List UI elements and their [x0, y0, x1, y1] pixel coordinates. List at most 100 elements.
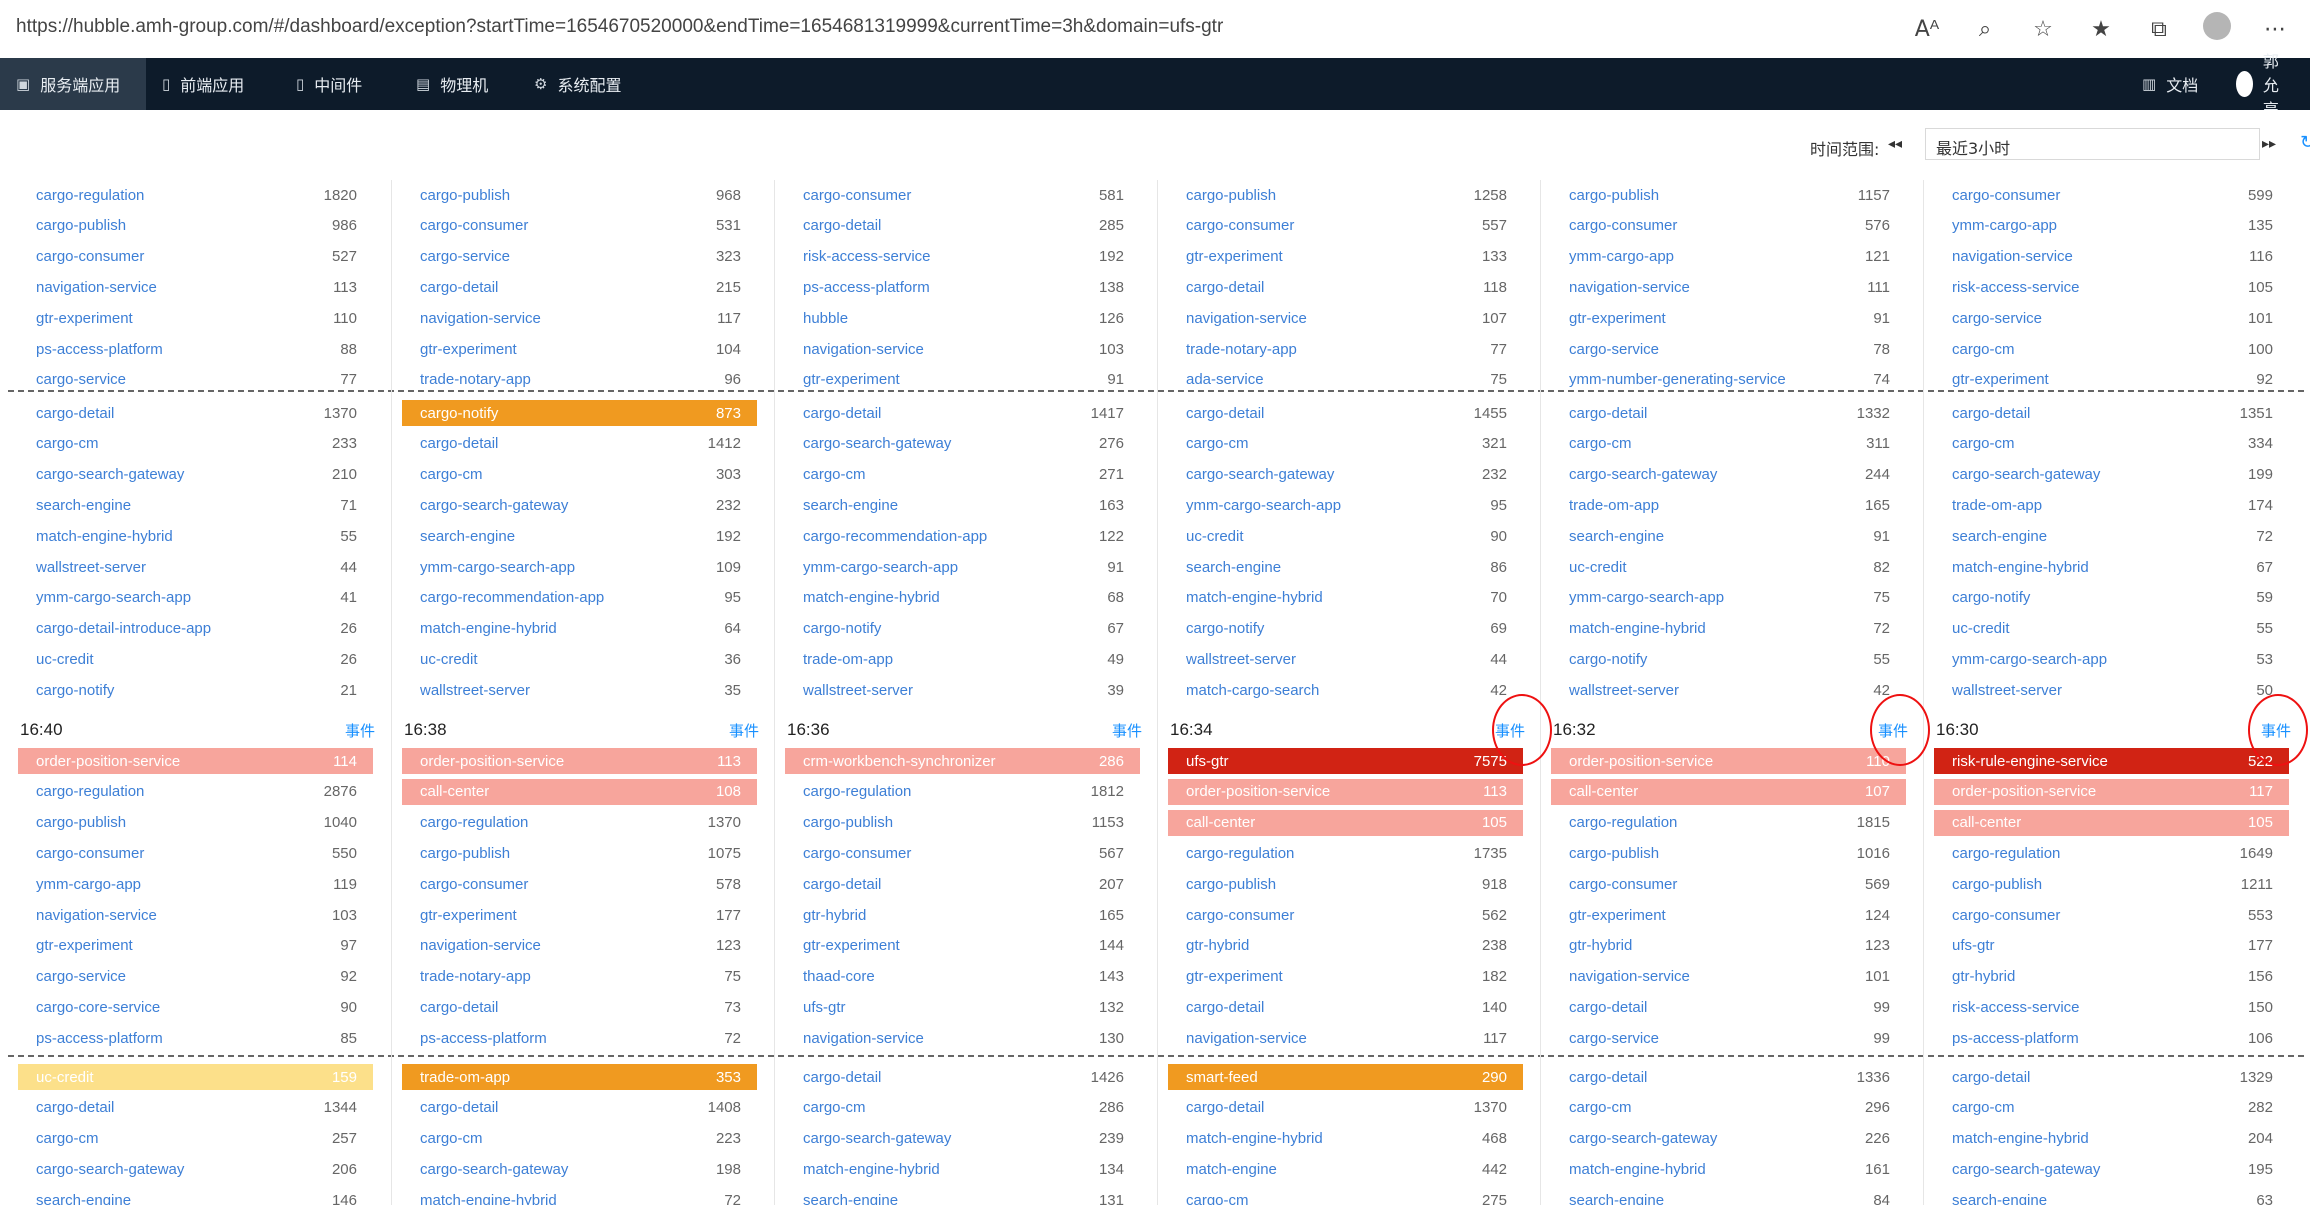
service-row[interactable]: gtr-experiment 110: [18, 305, 373, 331]
service-row[interactable]: cargo-detail 285: [785, 213, 1140, 239]
service-row[interactable]: cargo-cm 271: [785, 462, 1140, 488]
service-row[interactable]: cargo-notify 69: [1168, 616, 1523, 642]
service-row[interactable]: gtr-experiment 91: [785, 367, 1140, 393]
service-row[interactable]: cargo-detail 73: [402, 994, 757, 1020]
service-row[interactable]: cargo-detail 207: [785, 871, 1140, 897]
service-row[interactable]: wallstreet-server 39: [785, 677, 1140, 703]
service-row[interactable]: order-position-service 113: [1168, 778, 1523, 805]
service-row[interactable]: cargo-detail 99: [1551, 994, 1906, 1020]
service-row[interactable]: cargo-notify 55: [1551, 646, 1906, 672]
service-row[interactable]: ufs-gtr 7575: [1168, 748, 1523, 774]
service-row[interactable]: ufs-gtr 132: [785, 994, 1140, 1020]
service-row[interactable]: match-engine-hybrid 67: [1934, 554, 2289, 580]
service-row[interactable]: navigation-service 117: [402, 305, 757, 331]
service-row[interactable]: cargo-consumer 576: [1551, 213, 1906, 239]
service-row[interactable]: uc-credit 36: [402, 646, 757, 672]
service-row[interactable]: ymm-cargo-search-app 109: [402, 554, 757, 580]
service-row[interactable]: cargo-regulation 1820: [18, 182, 373, 208]
service-row[interactable]: cargo-notify 59: [1934, 585, 2289, 611]
service-row[interactable]: search-engine 71: [18, 492, 373, 518]
service-row[interactable]: search-engine 72: [1934, 523, 2289, 549]
service-row[interactable]: match-engine-hybrid 64: [402, 616, 757, 642]
service-row[interactable]: ymm-cargo-search-app 95: [1168, 492, 1523, 518]
service-row[interactable]: cargo-detail 1329: [1934, 1064, 2289, 1090]
service-row[interactable]: trade-om-app 353: [402, 1064, 757, 1090]
service-row[interactable]: uc-credit 55: [1934, 616, 2289, 642]
service-row[interactable]: cargo-consumer 567: [785, 840, 1140, 866]
service-row[interactable]: cargo-publish 1153: [785, 810, 1140, 836]
service-row[interactable]: navigation-service 107: [1168, 305, 1523, 331]
service-row[interactable]: cargo-detail 1417: [785, 400, 1140, 426]
service-row[interactable]: cargo-detail 215: [402, 274, 757, 300]
service-row[interactable]: ps-access-platform 138: [785, 274, 1140, 300]
service-row[interactable]: cargo-regulation 1812: [785, 779, 1140, 805]
service-row[interactable]: navigation-service 113: [18, 274, 373, 300]
service-row[interactable]: cargo-detail 1344: [18, 1095, 373, 1121]
service-row[interactable]: search-engine 86: [1168, 554, 1523, 580]
refresh-icon[interactable]: ↻: [2300, 132, 2310, 153]
service-row[interactable]: order-position-service 113: [402, 748, 757, 774]
service-row[interactable]: uc-credit 26: [18, 646, 373, 672]
service-row[interactable]: uc-credit 159: [18, 1064, 373, 1090]
service-row[interactable]: cargo-search-gateway 199: [1934, 462, 2289, 488]
service-row[interactable]: match-engine-hybrid 70: [1168, 585, 1523, 611]
service-row[interactable]: navigation-service 103: [18, 902, 373, 928]
service-row[interactable]: search-engine 91: [1551, 523, 1906, 549]
service-row[interactable]: cargo-search-gateway 239: [785, 1126, 1140, 1152]
service-row[interactable]: cargo-notify 67: [785, 616, 1140, 642]
service-row[interactable]: match-engine-hybrid 72: [1551, 616, 1906, 642]
service-row[interactable]: cargo-detail 1351: [1934, 400, 2289, 426]
service-row[interactable]: cargo-consumer 553: [1934, 902, 2289, 928]
service-row[interactable]: wallstreet-server 44: [18, 554, 373, 580]
service-row[interactable]: cargo-detail 118: [1168, 274, 1523, 300]
service-row[interactable]: cargo-consumer 550: [18, 840, 373, 866]
service-row[interactable]: search-engine 84: [1551, 1187, 1906, 1205]
service-row[interactable]: gtr-experiment 124: [1551, 902, 1906, 928]
service-row[interactable]: cargo-publish 1157: [1551, 182, 1906, 208]
service-row[interactable]: match-engine-hybrid 134: [785, 1156, 1140, 1182]
service-row[interactable]: cargo-cm 275: [1168, 1187, 1523, 1205]
service-row[interactable]: cargo-cm 311: [1551, 431, 1906, 457]
docs-link[interactable]: ▥ 文档: [2126, 58, 2214, 110]
service-row[interactable]: ada-service 75: [1168, 367, 1523, 393]
service-row[interactable]: cargo-publish 1211: [1934, 871, 2289, 897]
service-row[interactable]: wallstreet-server 42: [1551, 677, 1906, 703]
service-row[interactable]: cargo-search-gateway 232: [1168, 462, 1523, 488]
service-row[interactable]: ymm-cargo-app 135: [1934, 213, 2289, 239]
service-row[interactable]: cargo-search-gateway 198: [402, 1156, 757, 1182]
service-row[interactable]: call-center 108: [402, 778, 757, 805]
service-row[interactable]: cargo-consumer 562: [1168, 902, 1523, 928]
service-row[interactable]: ymm-cargo-search-app 75: [1551, 585, 1906, 611]
service-row[interactable]: search-engine 192: [402, 523, 757, 549]
service-row[interactable]: cargo-search-gateway 206: [18, 1156, 373, 1182]
service-row[interactable]: cargo-publish 1016: [1551, 840, 1906, 866]
service-row[interactable]: cargo-service 99: [1551, 1025, 1906, 1051]
service-row[interactable]: cargo-consumer 527: [18, 244, 373, 270]
service-row[interactable]: ps-access-platform 106: [1934, 1025, 2289, 1051]
service-row[interactable]: risk-rule-engine-service 522: [1934, 748, 2289, 774]
service-row[interactable]: cargo-publish 1075: [402, 840, 757, 866]
service-row[interactable]: risk-access-service 192: [785, 244, 1140, 270]
service-row[interactable]: search-engine 63: [1934, 1187, 2289, 1205]
service-row[interactable]: gtr-hybrid 238: [1168, 933, 1523, 959]
service-row[interactable]: trade-notary-app 75: [402, 964, 757, 990]
service-row[interactable]: ps-access-platform 85: [18, 1025, 373, 1051]
service-row[interactable]: cargo-consumer 578: [402, 871, 757, 897]
service-row[interactable]: cargo-notify 21: [18, 677, 373, 703]
service-row[interactable]: cargo-consumer 531: [402, 213, 757, 239]
service-row[interactable]: cargo-detail 1370: [1168, 1095, 1523, 1121]
service-row[interactable]: cargo-regulation 2876: [18, 779, 373, 805]
service-row[interactable]: gtr-experiment 182: [1168, 964, 1523, 990]
service-row[interactable]: cargo-cm 223: [402, 1126, 757, 1152]
service-row[interactable]: gtr-experiment 177: [402, 902, 757, 928]
service-row[interactable]: cargo-cm 303: [402, 462, 757, 488]
service-row[interactable]: cargo-recommendation-app 122: [785, 523, 1140, 549]
service-row[interactable]: cargo-regulation 1735: [1168, 840, 1523, 866]
service-row[interactable]: cargo-detail 140: [1168, 994, 1523, 1020]
service-row[interactable]: cargo-service 92: [18, 964, 373, 990]
service-row[interactable]: gtr-hybrid 123: [1551, 933, 1906, 959]
service-row[interactable]: cargo-search-gateway 276: [785, 431, 1140, 457]
service-row[interactable]: gtr-experiment 144: [785, 933, 1140, 959]
service-row[interactable]: ymm-cargo-search-app 41: [18, 585, 373, 611]
service-row[interactable]: match-engine-hybrid 204: [1934, 1126, 2289, 1152]
